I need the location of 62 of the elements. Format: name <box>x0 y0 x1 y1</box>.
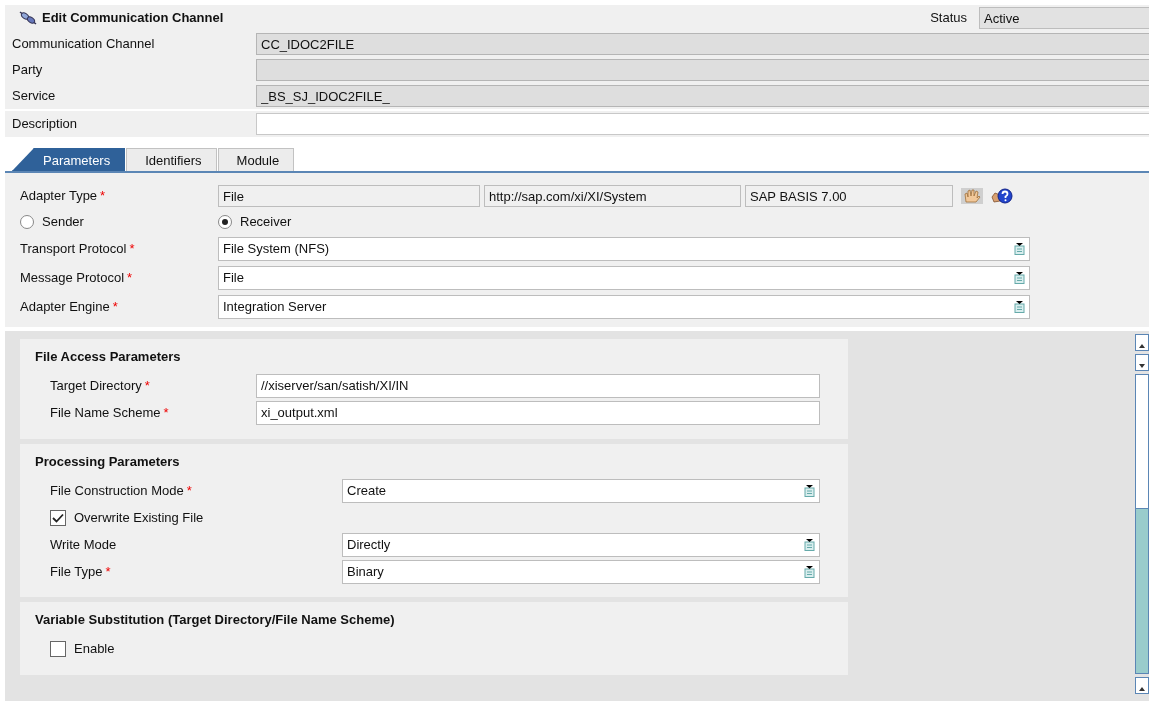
field-label: Party <box>12 61 44 80</box>
field-label: File Type <box>50 563 103 579</box>
dropdown-icon[interactable] <box>1014 242 1025 255</box>
checkbox[interactable] <box>50 509 66 526</box>
required-mark: * <box>127 269 133 285</box>
hand-icon[interactable] <box>961 187 983 204</box>
input-field[interactable]: CC_IDOC2FILE <box>256 33 1149 55</box>
input-field[interactable] <box>256 59 1149 81</box>
required-mark: * <box>100 187 106 203</box>
dropdown-field[interactable]: Create <box>342 478 820 503</box>
checkbox-label: Overwrite Existing File <box>74 508 204 527</box>
section-title: Processing Parameters <box>35 452 181 471</box>
input-field[interactable]: //xiserver/san/satish/XI/IN <box>256 374 820 398</box>
input-field[interactable]: SAP BASIS 7.00 <box>745 184 953 207</box>
help-icon[interactable] <box>991 187 1013 204</box>
field-label: File Construction Mode <box>50 482 184 498</box>
dropdown-icon[interactable] <box>804 484 815 497</box>
dropdown-icon[interactable] <box>1014 271 1025 284</box>
dropdown-field[interactable]: Directly <box>342 532 820 557</box>
input-field[interactable]: _BS_SJ_IDOC2FILE_ <box>256 85 1149 107</box>
plug-icon <box>19 11 37 25</box>
checkbox[interactable] <box>50 641 66 657</box>
dropdown-icon[interactable] <box>804 538 815 551</box>
input-field[interactable]: http://sap.com/xi/XI/System <box>484 184 741 207</box>
checkbox-label: Enable <box>74 640 115 659</box>
input-field[interactable]: File <box>218 184 480 207</box>
tab[interactable]: Identifiers <box>126 148 217 171</box>
field-label: Adapter Engine <box>20 298 110 314</box>
section-title: Variable Substitution (Target Directory/File Name Scheme) <box>35 611 396 629</box>
input-field[interactable]: xi_output.xml <box>256 401 820 425</box>
status-field[interactable]: Active <box>979 7 1149 29</box>
field-label: Transport Protocol <box>20 240 127 256</box>
field-label: Description <box>12 115 79 134</box>
dropdown-field[interactable]: Binary <box>342 559 820 584</box>
dropdown-field[interactable]: Integration Server <box>218 294 1030 319</box>
required-mark: * <box>144 378 150 394</box>
required-mark: * <box>186 482 192 498</box>
required-mark: * <box>163 405 169 421</box>
section-title: File Access Parameters <box>35 348 182 366</box>
required-mark: * <box>129 240 135 256</box>
field-label: Write Mode <box>50 536 117 552</box>
field-label: Message Protocol <box>20 269 125 285</box>
required-mark: * <box>112 298 118 314</box>
field-label: Communication Channel <box>12 35 156 54</box>
field-label: File Name Scheme <box>50 405 161 421</box>
field-label: Adapter Type <box>20 187 98 203</box>
input-field[interactable] <box>256 113 1149 135</box>
tab[interactable]: Parameters <box>12 148 126 171</box>
dropdown-icon[interactable] <box>1014 300 1025 313</box>
radio-button[interactable] <box>218 215 232 229</box>
radio-label: Receiver <box>240 213 292 232</box>
dropdown-icon[interactable] <box>804 565 815 578</box>
radio-button[interactable] <box>20 215 34 229</box>
window-title: Edit Communication Channel <box>42 9 224 28</box>
dropdown-field[interactable]: File <box>218 265 1030 290</box>
status-label: Status <box>930 9 967 28</box>
radio-label: Sender <box>42 213 84 232</box>
tab[interactable]: Module <box>217 148 295 171</box>
dropdown-field[interactable]: File System (NFS) <box>218 236 1030 261</box>
required-mark: * <box>105 563 111 579</box>
field-label: Target Directory <box>50 378 142 394</box>
field-label: Service <box>12 87 57 106</box>
